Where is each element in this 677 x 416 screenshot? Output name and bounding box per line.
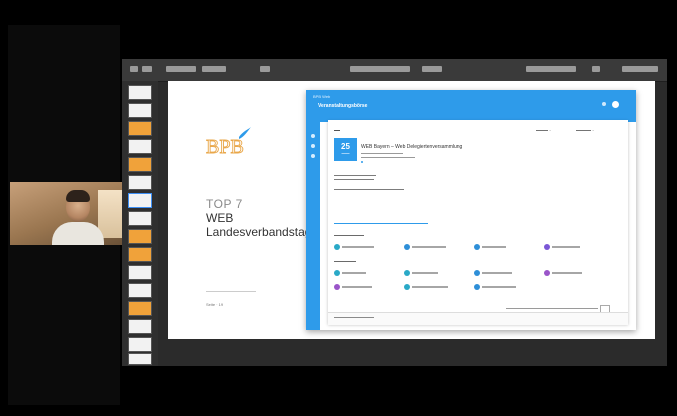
event-link[interactable] <box>334 223 428 224</box>
slide-thumbnail[interactable] <box>128 283 152 298</box>
footer-rule <box>206 291 256 292</box>
logo-feather-icon <box>239 127 251 139</box>
slide-thumbnail[interactable] <box>128 139 152 154</box>
slide-thumbnail[interactable] <box>128 103 152 118</box>
event-meta-line <box>361 153 403 154</box>
web-sidebar <box>306 122 320 330</box>
toolbar-button[interactable] <box>260 66 270 72</box>
slide-title-line-2: Landesverbandstag <box>206 225 312 239</box>
slide-thumbnail[interactable] <box>128 85 152 100</box>
participant-chip[interactable] <box>334 244 390 250</box>
slide-thumbnail[interactable] <box>128 157 152 172</box>
app-toolbar <box>122 59 667 82</box>
toolbar-button[interactable] <box>350 66 410 72</box>
toolbar-button[interactable] <box>166 66 196 72</box>
slide-title-line-1: WEB <box>206 211 234 225</box>
info-text-line <box>334 175 376 176</box>
background-shelf <box>98 190 122 238</box>
slide-thumbnail[interactable] <box>128 301 152 316</box>
event-meta-line <box>361 157 415 158</box>
bpb-logo: BPB <box>206 127 251 158</box>
slide-page-label: Seite · 19 <box>206 302 224 307</box>
participant-chip[interactable] <box>404 284 460 290</box>
sidebar-icon[interactable] <box>311 134 315 138</box>
slide-thumbnail[interactable] <box>128 265 152 280</box>
event-title[interactable]: WEB Bayern – Web Delegiertenversammlung <box>361 144 462 150</box>
sidebar-icon[interactable] <box>311 154 315 158</box>
toolbar-button[interactable] <box>526 66 576 72</box>
bottom-bar-label[interactable] <box>334 317 374 318</box>
sort-dropdown[interactable]: ▬▬▬▬ ⌄ <box>536 128 551 132</box>
person-hair <box>66 190 90 202</box>
participant-chip[interactable] <box>334 284 390 290</box>
participant-chip[interactable] <box>334 270 390 276</box>
web-app-header: BPB Web Veranstaltungsbörse <box>306 90 636 122</box>
web-bottom-bar <box>328 312 628 325</box>
toolbar-button[interactable] <box>422 66 442 72</box>
web-page-heading: Veranstaltungsbörse <box>318 103 368 109</box>
slide-thumbnail[interactable] <box>128 211 152 226</box>
event-status-dot <box>361 161 363 163</box>
menu-icon[interactable] <box>602 102 606 106</box>
participant-chip[interactable] <box>544 244 600 250</box>
avatar-icon[interactable] <box>612 101 619 108</box>
card-header-label: ▬▬ <box>334 128 340 132</box>
sidebar-icon[interactable] <box>311 144 315 148</box>
slide-navigator <box>122 81 158 366</box>
filter-dropdown[interactable]: ▬▬▬▬▬ ⌄ <box>576 128 594 132</box>
slide-thumbnail[interactable] <box>128 121 152 136</box>
toolbar-button[interactable] <box>592 66 600 72</box>
toolbar-button[interactable] <box>130 66 138 72</box>
info-text-line <box>334 179 374 180</box>
toolbar-button[interactable] <box>202 66 226 72</box>
participant-chip[interactable] <box>404 244 460 250</box>
participant-video[interactable] <box>10 182 122 245</box>
logo-lettering: BPB <box>206 136 244 158</box>
slide-thumbnail[interactable] <box>128 247 152 262</box>
info-text-line <box>334 189 404 190</box>
slide-thumbnail[interactable] <box>128 229 152 244</box>
event-day: 25 <box>341 142 350 151</box>
slide-thumbnail[interactable] <box>128 175 152 190</box>
slide-thumbnail-selected[interactable] <box>128 193 152 208</box>
slide-thumbnail[interactable] <box>128 319 152 334</box>
person-body <box>52 222 104 245</box>
show-all-link[interactable] <box>506 308 598 309</box>
web-brand: BPB Web <box>313 94 331 99</box>
participant-chip[interactable] <box>544 270 600 276</box>
slide-thumbnail[interactable] <box>128 337 152 352</box>
section-label <box>334 235 364 236</box>
section-label <box>334 261 356 262</box>
participant-chip[interactable] <box>474 284 530 290</box>
participant-chip[interactable] <box>474 244 530 250</box>
slide-subtitle: TOP 7 <box>206 197 243 211</box>
participant-chip[interactable] <box>474 270 530 276</box>
event-date-tile: 25 ▬▬▬▬ <box>334 138 357 161</box>
toolbar-button[interactable] <box>622 66 658 72</box>
event-month: ▬▬▬▬ <box>341 153 350 155</box>
slide-thumbnail[interactable] <box>128 353 152 365</box>
participant-chip[interactable] <box>404 270 460 276</box>
event-card: ▬▬ ▬▬▬▬ ⌄ ▬▬▬▬▬ ⌄ 25 ▬▬▬▬ WEB Bayern – W… <box>328 120 628 324</box>
toolbar-button[interactable] <box>142 66 152 72</box>
embedded-web-screenshot: BPB Web Veranstaltungsbörse ▬▬ ▬▬▬▬ ⌄ ▬▬… <box>306 90 636 330</box>
